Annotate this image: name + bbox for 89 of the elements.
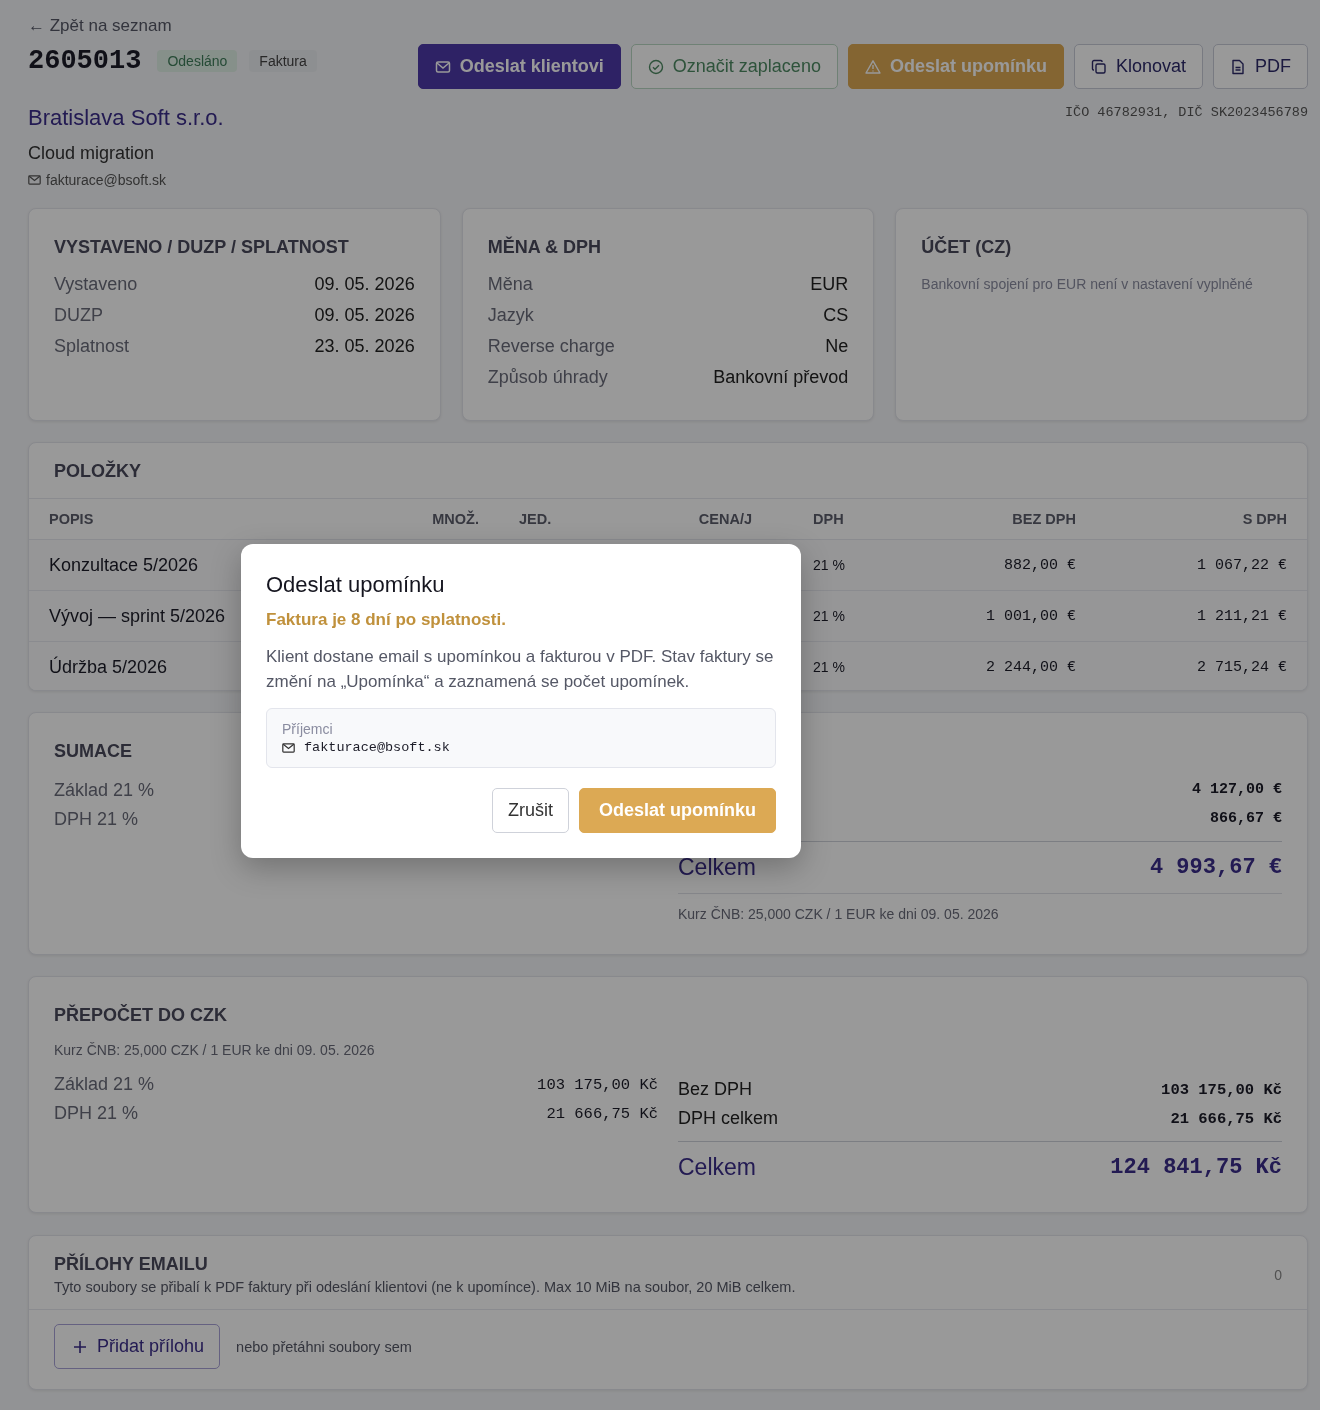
dialog-title: Odeslat upomínku <box>266 572 445 598</box>
table-cell: Údržba 5/2026 <box>49 656 168 678</box>
column-header: JED. <box>518 511 553 527</box>
field-label: Měna <box>487 274 533 295</box>
field-label: Reverse charge <box>487 336 615 357</box>
recipient-email: fakturace@bsoft.sk <box>304 740 450 755</box>
column-header: S DPH <box>1241 511 1287 527</box>
column-header: MNOŽ. <box>431 511 479 527</box>
field-value: Bankovní převod <box>713 367 849 388</box>
mail-icon <box>434 58 451 75</box>
field-label: DUZP <box>54 305 103 326</box>
card-title: SUMACE <box>54 741 132 762</box>
total-amount: 4 993,67 € <box>1149 855 1282 880</box>
amount: 103 175,00 Kč <box>537 1075 658 1094</box>
field-label: Splatnost <box>54 336 130 357</box>
total-amount: 124 841,75 Kč <box>1110 1155 1282 1180</box>
exchange-rate-note: Kurz ČNB: 25,000 CZK / 1 EUR ke dni 09. 05. 2026 <box>678 906 999 922</box>
check-circle-icon <box>647 58 664 75</box>
field-label: Způsob úhrady <box>487 367 608 388</box>
total-label: Celkem <box>678 854 756 881</box>
table-cell-text: 882,00 € <box>1003 556 1076 574</box>
client-name: Bratislava Soft s.r.o. <box>28 105 224 131</box>
field-label: Vystaveno <box>54 274 138 295</box>
field-value: Ne <box>825 336 849 357</box>
card-title: PŘÍLOHY EMAILU <box>54 1254 208 1275</box>
field-value: EUR <box>810 274 849 295</box>
field-value: 23. 05. 2026 <box>314 336 415 357</box>
dialog-button[interactable]: Zrušit <box>491 788 569 833</box>
action-button[interactable]: Odeslat klientovi <box>417 44 621 89</box>
invoice-number: 2605013 <box>28 45 142 76</box>
attachment-count: 0 <box>1274 1266 1282 1283</box>
action-button[interactable]: Klonovat <box>1073 44 1203 89</box>
field-label: Bez DPH <box>678 1079 753 1100</box>
column-header: POPIS <box>49 511 95 527</box>
attachments-description: Tyto soubory se přibalí k PDF faktury při odeslání klientovi (ne k upomínce). Max 10 MiB na soubor, 20 MiB celkem. <box>54 1279 796 1295</box>
badge: Odesláno <box>157 49 238 72</box>
mail-icon <box>28 175 41 185</box>
badge: Faktura <box>249 49 317 72</box>
field-label: Jazyk <box>487 305 534 326</box>
back-link[interactable]: ← Zpět na seznam <box>28 16 172 35</box>
column-header: DPH <box>812 511 845 527</box>
document-icon <box>1230 58 1246 75</box>
field-value: 09. 05. 2026 <box>314 274 415 295</box>
mail-icon <box>282 742 295 753</box>
amount: 4 127,00 € <box>1192 781 1282 798</box>
amount: 21 666,75 Kč <box>1170 1109 1282 1128</box>
field-label: Základ 21 % <box>54 1074 155 1095</box>
dialog-message: Klient dostane email s upomínkou a fakturou v PDF. Stav faktury se změní na „Upomínka“ a zaznamená se počet upomínek. <box>266 646 775 693</box>
column-header: CENA/J <box>697 511 752 527</box>
field-label: DPH 21 % <box>54 1103 139 1124</box>
action-button[interactable]: PDF <box>1213 44 1308 89</box>
total-label: Celkem <box>678 1154 756 1181</box>
field-label: Základ 21 % <box>54 780 155 801</box>
field-value: CS <box>823 305 849 326</box>
card-title: MĚNA & DPH <box>487 237 601 258</box>
table-cell-text: 2 715,24 € <box>1196 658 1287 676</box>
amount: 866,67 € <box>1210 810 1282 827</box>
table-cell-text: 21 % <box>812 608 846 624</box>
table-cell-text: 2 244,00 € <box>985 658 1076 676</box>
copy-icon <box>1090 58 1107 75</box>
table-cell-text: 1 001,00 € <box>985 607 1076 625</box>
table-cell: Konzultace 5/2026 <box>49 554 199 576</box>
table-cell-text: 21 % <box>812 659 846 675</box>
warning-icon <box>864 58 881 75</box>
field-label: DPH celkem <box>678 1108 779 1129</box>
card-title: PŘEPOČET DO CZK <box>54 1005 227 1026</box>
client-email: fakturace@bsoft.sk <box>46 172 167 188</box>
recipients-label: Příjemci <box>282 721 334 737</box>
table-cell-text: 1 211,21 € <box>1196 607 1287 625</box>
table-cell-text: 21 % <box>812 557 846 573</box>
field-value: 09. 05. 2026 <box>314 305 415 326</box>
card-note: Bankovní spojení pro EUR není v nastavení vyplněné <box>921 276 1253 292</box>
company-ids: IČO 46782931, DIČ SK2023456789 <box>1064 105 1308 120</box>
plus-icon <box>73 1339 87 1354</box>
exchange-rate-note: Kurz ČNB: 25,000 CZK / 1 EUR ke dni 09. 05. 2026 <box>54 1042 375 1058</box>
project-name: Cloud migration <box>28 143 155 164</box>
column-header: BEZ DPH <box>1011 511 1076 527</box>
add-attachment-button[interactable]: Přidat přílohu <box>54 1324 221 1369</box>
table-cell-text: 1 067,22 € <box>1196 556 1287 574</box>
field-label: DPH 21 % <box>54 809 139 830</box>
card-title: ÚČET (CZ) <box>921 237 1012 258</box>
drop-hint: nebo přetáhni soubory sem <box>236 1338 412 1355</box>
table-cell: Vývoj — sprint 5/2026 <box>49 605 226 627</box>
amount: 103 175,00 Kč <box>1161 1080 1282 1099</box>
overdue-warning: Faktura je 8 dní po splatnosti. <box>266 610 506 630</box>
amount: 21 666,75 Kč <box>546 1104 658 1123</box>
card-title: VYSTAVENO / DUZP / SPLATNOST <box>54 237 349 258</box>
action-button[interactable]: Označit zaplaceno <box>630 44 838 89</box>
card-title: POLOŽKY <box>53 459 142 483</box>
